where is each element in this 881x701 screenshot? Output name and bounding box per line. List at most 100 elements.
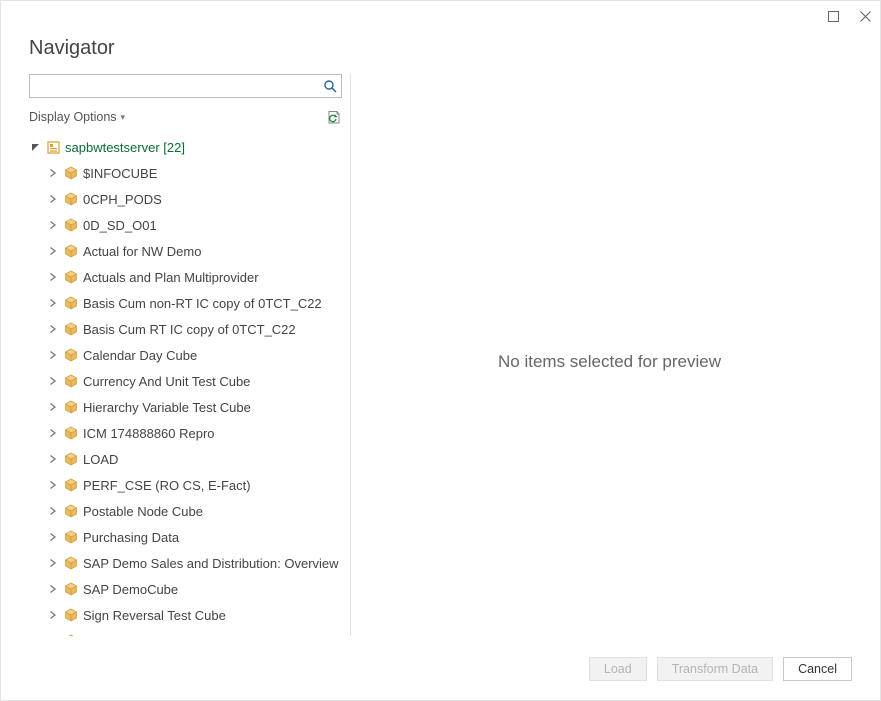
tree-item[interactable]: SAP DemoCube bbox=[29, 576, 342, 602]
expand-icon[interactable] bbox=[47, 167, 59, 179]
expand-icon[interactable] bbox=[47, 375, 59, 387]
expand-icon[interactable] bbox=[47, 453, 59, 465]
dialog-title: Navigator bbox=[1, 31, 880, 74]
dialog-footer: Load Transform Data Cancel bbox=[1, 650, 880, 700]
tree-item-label: LOAD bbox=[83, 452, 118, 467]
cube-icon bbox=[63, 451, 79, 467]
tree-item-label: PERF_CSE (RO CS, E-Fact) bbox=[83, 478, 251, 493]
search-button[interactable] bbox=[319, 75, 341, 97]
load-button[interactable]: Load bbox=[589, 657, 647, 681]
maximize-button[interactable] bbox=[824, 7, 842, 25]
cube-icon bbox=[63, 425, 79, 441]
expand-icon[interactable] bbox=[47, 427, 59, 439]
expand-icon[interactable] bbox=[47, 271, 59, 283]
dialog-body: Display Options ▾ bbox=[1, 74, 880, 650]
chevron-down-icon: ▾ bbox=[121, 112, 126, 123]
expand-icon[interactable] bbox=[47, 531, 59, 543]
cube-icon bbox=[63, 477, 79, 493]
tree-item[interactable]: 0CPH_PODS bbox=[29, 186, 342, 212]
search-icon bbox=[324, 80, 337, 93]
tree-item-label: Basis Cum RT IC copy of 0TCT_C22 bbox=[83, 322, 296, 337]
transform-data-button[interactable]: Transform Data bbox=[657, 657, 773, 681]
tree-item[interactable]: Postable Node Cube bbox=[29, 498, 342, 524]
search-box bbox=[29, 74, 342, 98]
tree-item-label: Basis Cum non-RT IC copy of 0TCT_C22 bbox=[83, 296, 322, 311]
tree-item[interactable]: LOAD bbox=[29, 446, 342, 472]
navigator-tree: sapbwtestserver [22] $INFOCUBE 0CPH_PODS 0… bbox=[29, 134, 342, 636]
expand-icon[interactable] bbox=[47, 245, 59, 257]
titlebar bbox=[1, 1, 880, 31]
refresh-icon bbox=[326, 110, 341, 125]
display-options-label: Display Options bbox=[29, 110, 117, 124]
tree-item[interactable]: PERF_CSE (RO CS, E-Fact) bbox=[29, 472, 342, 498]
server-icon bbox=[45, 139, 61, 155]
tree-item[interactable]: Actuals and Plan Multiprovider bbox=[29, 264, 342, 290]
cube-icon bbox=[63, 321, 79, 337]
collapse-icon[interactable] bbox=[29, 141, 41, 153]
cube-icon bbox=[63, 607, 79, 623]
tree-item[interactable]: Purchasing Data bbox=[29, 524, 342, 550]
cube-icon bbox=[63, 191, 79, 207]
tree-item[interactable]: $INFOCUBE bbox=[29, 160, 342, 186]
expand-icon[interactable] bbox=[47, 349, 59, 361]
expand-icon[interactable] bbox=[47, 557, 59, 569]
cube-icon bbox=[63, 373, 79, 389]
tree-item-label: 0CPH_PODS bbox=[83, 192, 162, 207]
cube-icon bbox=[63, 295, 79, 311]
tree-item-label: $INFOCUBE bbox=[83, 166, 157, 181]
expand-icon[interactable] bbox=[47, 297, 59, 309]
close-icon bbox=[860, 11, 871, 22]
navigator-dialog: Navigator Display Options ▾ bbox=[0, 0, 881, 701]
tree-item-label: Actuals and Plan Multiprovider bbox=[83, 270, 259, 285]
cube-icon bbox=[63, 347, 79, 363]
refresh-button[interactable] bbox=[324, 108, 342, 126]
tree-item[interactable]: Calendar Day Cube bbox=[29, 342, 342, 368]
tree-item[interactable]: Hierarchy Variable Test Cube bbox=[29, 394, 342, 420]
expand-icon[interactable] bbox=[47, 193, 59, 205]
expand-icon[interactable] bbox=[47, 609, 59, 621]
expand-icon[interactable] bbox=[47, 583, 59, 595]
tree-item[interactable]: 0D_SD_O01 bbox=[29, 212, 342, 238]
tree-item-label: Postable Node Cube bbox=[83, 504, 203, 519]
tree-item-label: 0D_SD_O01 bbox=[83, 218, 157, 233]
tree-item[interactable]: Test Cube bbox=[29, 628, 342, 636]
tree-item-label: SAP Demo Sales and Distribution: Overvie… bbox=[83, 556, 339, 571]
tree-item[interactable]: Actual for NW Demo bbox=[29, 238, 342, 264]
cube-icon bbox=[63, 555, 79, 571]
cube-icon bbox=[63, 503, 79, 519]
search-input[interactable] bbox=[30, 75, 319, 97]
expand-icon[interactable] bbox=[47, 635, 59, 636]
cube-icon bbox=[63, 633, 79, 636]
preview-pane: No items selected for preview bbox=[351, 74, 868, 650]
tree-item-label: Actual for NW Demo bbox=[83, 244, 201, 259]
expand-icon[interactable] bbox=[47, 219, 59, 231]
cube-icon bbox=[63, 217, 79, 233]
maximize-icon bbox=[828, 11, 839, 22]
display-options-dropdown[interactable]: Display Options ▾ bbox=[29, 110, 125, 124]
tree-item-label: Calendar Day Cube bbox=[83, 348, 197, 363]
options-row: Display Options ▾ bbox=[29, 108, 342, 126]
cube-icon bbox=[63, 269, 79, 285]
cube-icon bbox=[63, 243, 79, 259]
tree-item-label: Test Cube bbox=[83, 634, 142, 637]
close-button[interactable] bbox=[856, 7, 874, 25]
tree-item[interactable]: ICM 174888860 Repro bbox=[29, 420, 342, 446]
tree-item-label: ICM 174888860 Repro bbox=[83, 426, 215, 441]
cancel-button[interactable]: Cancel bbox=[783, 657, 852, 681]
tree-item-label: Sign Reversal Test Cube bbox=[83, 608, 226, 623]
expand-icon[interactable] bbox=[47, 401, 59, 413]
tree-root[interactable]: sapbwtestserver [22] bbox=[29, 134, 342, 160]
tree-item[interactable]: Currency And Unit Test Cube bbox=[29, 368, 342, 394]
tree-item[interactable]: Sign Reversal Test Cube bbox=[29, 602, 342, 628]
tree-item-label: SAP DemoCube bbox=[83, 582, 178, 597]
tree-item[interactable]: Basis Cum RT IC copy of 0TCT_C22 bbox=[29, 316, 342, 342]
tree-scroll[interactable]: sapbwtestserver [22] $INFOCUBE 0CPH_PODS 0… bbox=[29, 134, 342, 636]
expand-icon[interactable] bbox=[47, 505, 59, 517]
cube-icon bbox=[63, 165, 79, 181]
tree-item[interactable]: Basis Cum non-RT IC copy of 0TCT_C22 bbox=[29, 290, 342, 316]
tree-item-label: Currency And Unit Test Cube bbox=[83, 374, 250, 389]
tree-item[interactable]: SAP Demo Sales and Distribution: Overvie… bbox=[29, 550, 342, 576]
preview-empty-text: No items selected for preview bbox=[498, 352, 721, 372]
expand-icon[interactable] bbox=[47, 323, 59, 335]
expand-icon[interactable] bbox=[47, 479, 59, 491]
